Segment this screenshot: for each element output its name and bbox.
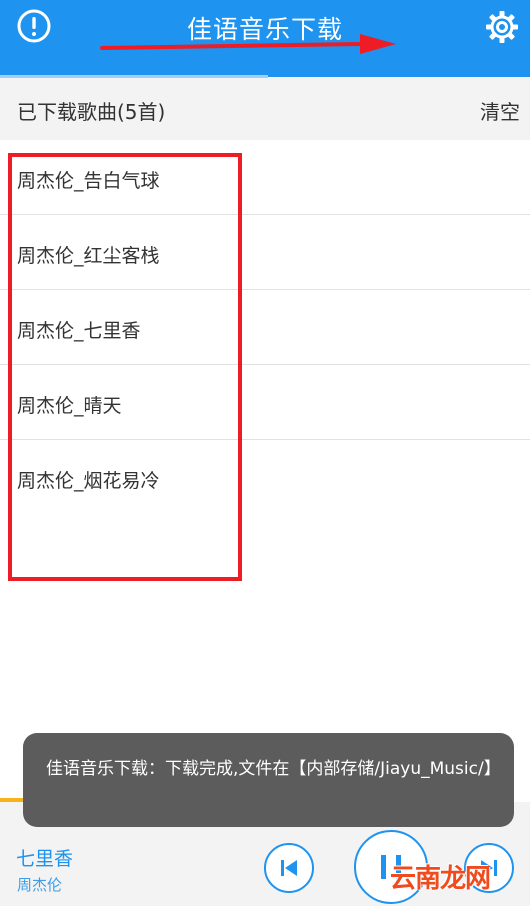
downloaded-count-label: 已下载歌曲(5首): [17, 100, 166, 124]
annotation-box: [8, 153, 242, 581]
now-playing-artist: 周杰伦: [17, 876, 63, 894]
gear-icon: [486, 11, 518, 43]
toast-message: 佳语音乐下载：下载完成,文件在【内部存储/Jiayu_Music/】: [46, 759, 501, 779]
now-playing-title: 七里香: [16, 848, 74, 870]
previous-button[interactable]: [264, 843, 314, 893]
previous-icon: [281, 860, 297, 876]
download-toast: 佳语音乐下载：下载完成,文件在【内部存储/Jiayu_Music/】: [23, 733, 514, 827]
downloaded-header: 已下载歌曲(5首) 清空: [0, 78, 530, 140]
settings-button[interactable]: [485, 10, 519, 44]
annotation-arrow: [100, 34, 396, 54]
watermark-logo: 云南龙网: [390, 864, 491, 894]
clear-button[interactable]: 清空: [480, 96, 520, 125]
